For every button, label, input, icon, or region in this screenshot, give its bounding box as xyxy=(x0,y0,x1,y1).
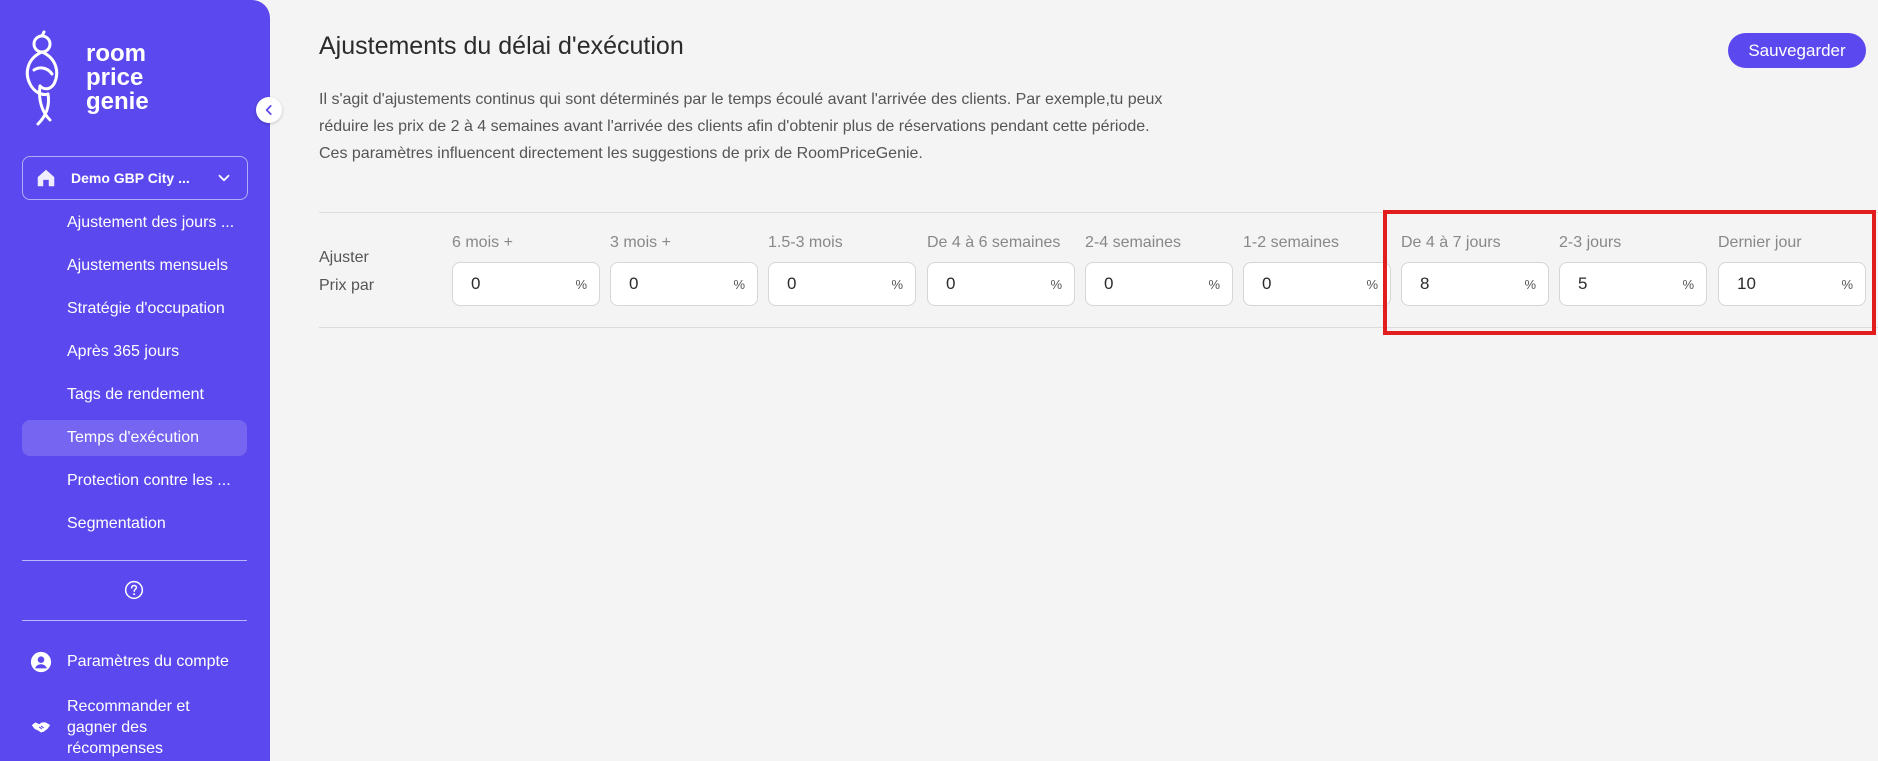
percent-symbol: % xyxy=(1366,276,1378,292)
sidebar-divider xyxy=(22,620,247,621)
page-description: Il s'agit d'ajustements continus qui son… xyxy=(319,91,1163,162)
column-label: 6 mois + xyxy=(452,234,513,251)
page-title: Ajustements du délai d'exécution xyxy=(319,32,684,60)
logo-wordmark: room price genie xyxy=(86,42,149,114)
user-circle-icon xyxy=(30,651,52,673)
percent-input-value: 0 xyxy=(946,274,956,293)
logo-word-1: room xyxy=(86,40,146,67)
sidebar-item-segmentation[interactable]: Segmentation xyxy=(22,506,247,542)
column-label: 2-4 semaines xyxy=(1085,234,1182,251)
percent-input[interactable]: 0 % xyxy=(452,262,600,306)
percent-input[interactable]: 0 % xyxy=(1243,262,1391,306)
sidebar-item-occupancy-strategy[interactable]: Stratégie d'occupation xyxy=(22,291,247,327)
refer-and-earn-label: Recommander et gagner des récompenses xyxy=(67,698,190,757)
save-button[interactable]: Sauvegarder xyxy=(1728,33,1866,68)
refer-and-earn-link[interactable]: Recommander et gagner des récompenses xyxy=(22,696,252,759)
account-settings-label: Paramètres du compte xyxy=(67,653,229,670)
sidebar-divider xyxy=(22,560,247,561)
sidebar-item-monthly-adjustments[interactable]: Ajustements mensuels xyxy=(22,248,247,284)
collapse-sidebar-button[interactable] xyxy=(256,97,282,123)
percent-input[interactable]: 0 % xyxy=(768,262,916,306)
column-label: 3 mois + xyxy=(610,234,671,251)
sidebar-item-yield-tags[interactable]: Tags de rendement xyxy=(22,377,247,413)
sidebar-item-lead-time[interactable]: Temps d'exécution xyxy=(22,420,247,456)
help-icon[interactable] xyxy=(124,580,144,600)
percent-input-value: 0 xyxy=(1104,274,1114,293)
percent-input-value: 0 xyxy=(1262,274,1272,293)
percent-input-value: 0 xyxy=(787,274,797,293)
column-label: De 4 à 6 semaines xyxy=(927,234,1061,251)
percent-input[interactable]: 0 % xyxy=(927,262,1075,306)
percent-symbol: % xyxy=(1050,276,1062,292)
highlight-box xyxy=(1383,210,1876,335)
sidebar-item-day-adjustments[interactable]: Ajustement des jours ... xyxy=(22,205,247,241)
lead-time-column: De 4 à 6 semaines 0 % xyxy=(927,234,1077,306)
sidebar-item-protection[interactable]: Protection contre les ... xyxy=(22,463,247,499)
chevron-down-icon xyxy=(218,174,230,182)
percent-input[interactable]: 0 % xyxy=(1085,262,1233,306)
chevron-left-icon xyxy=(265,105,272,115)
column-label: 1-2 semaines xyxy=(1243,234,1340,251)
lead-time-column: 1.5-3 mois 0 % xyxy=(768,234,918,306)
home-icon xyxy=(37,169,55,187)
logo-word-2: price xyxy=(86,64,144,91)
column-label: 1.5-3 mois xyxy=(768,234,843,251)
percent-symbol: % xyxy=(575,276,587,292)
lead-time-column: 2-4 semaines 0 % xyxy=(1085,234,1235,306)
percent-input-value: 0 xyxy=(629,274,639,293)
row-label: Ajuster Prix par xyxy=(319,244,374,300)
lead-time-column: 3 mois + 0 % xyxy=(610,234,760,306)
percent-input-value: 0 xyxy=(471,274,481,293)
lead-time-column: 6 mois + 0 % xyxy=(452,234,602,306)
percent-input[interactable]: 0 % xyxy=(610,262,758,306)
row-label-line-2: Prix par xyxy=(319,277,375,294)
percent-symbol: % xyxy=(1208,276,1220,292)
sidebar-item-after-365-days[interactable]: Après 365 jours xyxy=(22,334,247,370)
row-label-line-1: Ajuster xyxy=(319,249,369,266)
logo-word-3: genie xyxy=(86,88,149,115)
lead-time-column: 1-2 semaines 0 % xyxy=(1243,234,1393,306)
hotel-selector-label: Demo GBP City ... xyxy=(71,170,190,186)
account-settings-link[interactable]: Paramètres du compte xyxy=(22,648,252,676)
percent-symbol: % xyxy=(733,276,745,292)
hotel-selector[interactable]: Demo GBP City ... xyxy=(22,156,248,200)
percent-symbol: % xyxy=(891,276,903,292)
sidebar: room price genie Demo GBP City ... Ajust… xyxy=(0,0,270,761)
sidebar-nav: Ajustement des jours ... Ajustements men… xyxy=(22,205,247,549)
handshake-icon xyxy=(31,722,51,733)
